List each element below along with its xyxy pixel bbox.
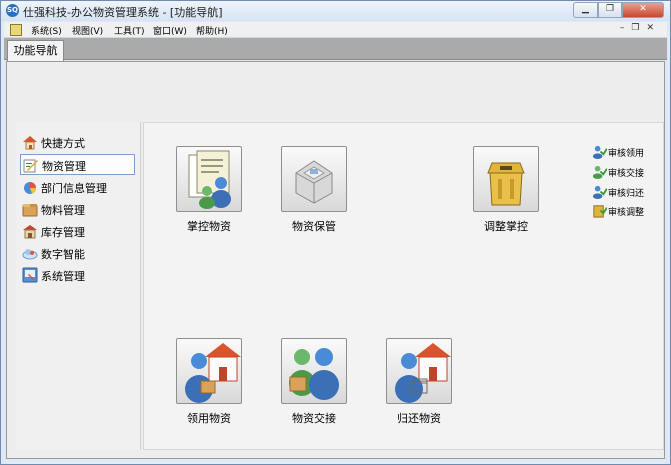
close-icon[interactable]: ✕ bbox=[622, 2, 664, 18]
box-icon bbox=[22, 204, 38, 217]
mdi-close-icon[interactable]: ✕ bbox=[646, 23, 661, 33]
tile-label: 物资保管 bbox=[292, 220, 336, 233]
function-panel: 掌控物资 物资保管 调整掌控 审核领用 审核交接 审核归还 审核调整 领用物资 … bbox=[143, 122, 664, 450]
audit-adjust-icon bbox=[593, 205, 607, 218]
tile-label: 调整掌控 bbox=[484, 220, 528, 233]
cloud-icon bbox=[22, 249, 38, 260]
audit-link-label: 审核交接 bbox=[608, 169, 645, 179]
minimize-icon[interactable]: ▁ bbox=[573, 2, 598, 18]
warehouse-icon bbox=[23, 225, 37, 239]
audit-adjust-link[interactable]: 审核调整 bbox=[592, 203, 652, 219]
audit-return-link[interactable]: 审核归还 bbox=[592, 184, 652, 200]
mdi-restore-icon[interactable]: ❐ bbox=[631, 23, 646, 33]
settings-icon bbox=[22, 267, 38, 283]
user-house-icon bbox=[185, 343, 241, 403]
sidebar-item-label: 部门信息管理 bbox=[41, 182, 107, 195]
menu-bar: 系统(S) 视图(V) 工具(T) 窗口(W) 帮助(H) –❐✕ bbox=[4, 22, 667, 38]
receive-materials-button[interactable] bbox=[176, 338, 242, 404]
sidebar-item-label: 系统管理 bbox=[41, 270, 85, 283]
menu-tools[interactable]: 工具(T) bbox=[114, 24, 145, 37]
audit-link-label: 审核领用 bbox=[608, 149, 645, 159]
safe-box-icon bbox=[295, 160, 333, 204]
sidebar-item-system[interactable]: 系统管理 bbox=[20, 265, 135, 286]
tile-label: 物资交接 bbox=[292, 412, 336, 425]
tile-label: 归还物资 bbox=[397, 412, 441, 425]
sidebar-item-digital[interactable]: 数字智能 bbox=[20, 243, 135, 264]
menu-window[interactable]: 窗口(W) bbox=[153, 24, 187, 37]
app-icon: SQ bbox=[6, 4, 19, 17]
trash-bin-icon bbox=[487, 162, 525, 206]
sidebar-item-materials[interactable]: 物资管理 bbox=[20, 154, 135, 175]
sidebar: 快捷方式 物资管理 部门信息管理 物料管理 库存管理 数字智能 系统管理 bbox=[16, 122, 141, 450]
sidebar-item-label: 数字智能 bbox=[41, 248, 85, 261]
audit-handover-icon bbox=[592, 165, 607, 179]
sidebar-item-shortcuts[interactable]: 快捷方式 bbox=[20, 132, 135, 153]
audit-link-label: 审核调整 bbox=[608, 208, 645, 218]
handover-materials-button[interactable] bbox=[281, 338, 347, 404]
tile-label: 领用物资 bbox=[187, 412, 231, 425]
window-title: 仕强科技-办公物资管理系统 - [功能导航] bbox=[23, 6, 223, 19]
documents-user-icon bbox=[188, 150, 231, 209]
materials-storage-button[interactable] bbox=[281, 146, 347, 212]
menu-help[interactable]: 帮助(H) bbox=[196, 24, 228, 37]
sidebar-item-inventory[interactable]: 库存管理 bbox=[20, 221, 135, 242]
audit-use-icon bbox=[592, 145, 607, 159]
sidebar-item-label: 物料管理 bbox=[41, 204, 85, 217]
edit-icon bbox=[23, 159, 38, 173]
mdi-minimize-icon[interactable]: – bbox=[620, 23, 632, 33]
tile-label: 掌控物资 bbox=[187, 220, 231, 233]
audit-use-link[interactable]: 审核领用 bbox=[592, 144, 652, 160]
sidebar-item-label: 物资管理 bbox=[42, 160, 86, 173]
users-handover-icon bbox=[289, 348, 339, 400]
tab-strip: 功能导航 bbox=[4, 38, 667, 61]
title-bar: SQ 仕强科技-办公物资管理系统 - [功能导航] ▁ ❐ ✕ bbox=[1, 1, 670, 21]
menu-app-icon[interactable] bbox=[10, 24, 22, 36]
menu-system[interactable]: 系统(S) bbox=[31, 24, 62, 37]
sidebar-item-departments[interactable]: 部门信息管理 bbox=[20, 177, 135, 198]
audit-link-label: 审核归还 bbox=[608, 189, 645, 199]
app-window: SQ 仕强科技-办公物资管理系统 - [功能导航] ▁ ❐ ✕ 系统(S) 视图… bbox=[0, 0, 671, 465]
audit-handover-link[interactable]: 审核交接 bbox=[592, 164, 652, 180]
sidebar-item-label: 库存管理 bbox=[41, 226, 85, 239]
control-materials-button[interactable] bbox=[176, 146, 242, 212]
adjust-control-button[interactable] bbox=[473, 146, 539, 212]
window-controls: ▁ ❐ ✕ bbox=[573, 2, 664, 19]
restore-icon[interactable]: ❐ bbox=[598, 2, 622, 18]
chart-icon bbox=[24, 182, 36, 194]
sidebar-item-label: 快捷方式 bbox=[41, 137, 85, 150]
tab-function-nav[interactable]: 功能导航 bbox=[7, 40, 64, 61]
menu-view[interactable]: 视图(V) bbox=[72, 24, 103, 37]
house-icon bbox=[23, 136, 37, 150]
sidebar-item-supplies[interactable]: 物料管理 bbox=[20, 199, 135, 220]
audit-return-icon bbox=[592, 185, 607, 199]
user-return-icon bbox=[395, 343, 451, 403]
content-area: 快捷方式 物资管理 部门信息管理 物料管理 库存管理 数字智能 系统管理 掌控物… bbox=[6, 61, 665, 459]
return-materials-button[interactable] bbox=[386, 338, 452, 404]
mdi-controls: –❐✕ bbox=[620, 23, 661, 33]
